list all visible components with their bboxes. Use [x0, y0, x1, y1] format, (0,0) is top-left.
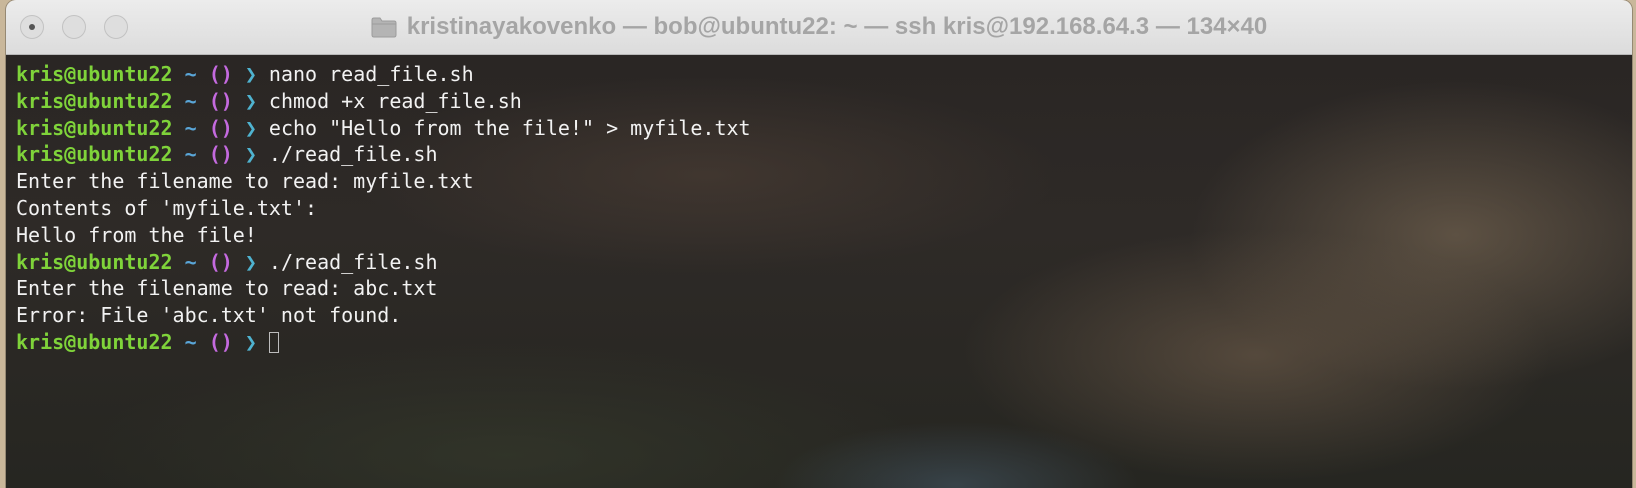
prompt-git-status: (): [208, 115, 233, 140]
folder-icon: [371, 16, 397, 38]
prompt-directory: ~: [184, 142, 197, 167]
output-text: Enter the filename to read: myfile.txt: [16, 169, 474, 194]
output-line: Enter the filename to read: myfile.txt: [16, 168, 751, 195]
output-text: Error: File 'abc.txt' not found.: [16, 303, 402, 328]
prompt-directory: ~: [184, 62, 197, 86]
output-line: Enter the filename to read: abc.txt: [16, 275, 751, 302]
prompt-line: kris@ubuntu22 ~ () ❯ nano read_file.sh: [16, 61, 751, 88]
prompt-arrow-icon: ❯: [244, 62, 257, 86]
terminal-window: kristinayakovenko — bob@ubuntu22: ~ — ss…: [6, 0, 1632, 488]
text-cursor[interactable]: [268, 331, 279, 353]
prompt-directory: ~: [184, 115, 197, 140]
prompt-line: kris@ubuntu22 ~ () ❯: [16, 329, 751, 356]
command-text: ./read_file.sh: [268, 249, 438, 274]
output-text: Hello from the file!: [16, 222, 257, 247]
prompt-line: kris@ubuntu22 ~ () ❯ ./read_file.sh: [16, 141, 751, 168]
prompt-git-status: (): [208, 142, 233, 167]
command-text: ./read_file.sh: [268, 142, 438, 167]
prompt-arrow-icon: ❯: [244, 329, 257, 354]
title-container: kristinayakovenko — bob@ubuntu22: ~ — ss…: [6, 0, 1632, 54]
terminal-content[interactable]: kris@ubuntu22 ~ () ❯ nano read_file.sh kr…: [6, 55, 1632, 488]
prompt-user-host: kris@ubuntu22: [16, 115, 173, 140]
prompt-user-host: kris@ubuntu22: [16, 62, 173, 86]
prompt-directory: ~: [184, 88, 197, 113]
command-text: nano read_file.sh: [268, 62, 474, 86]
prompt-line: kris@ubuntu22 ~ () ❯ ./read_file.sh: [16, 249, 751, 276]
command-text: chmod +x read_file.sh: [268, 88, 522, 113]
prompt-directory: ~: [184, 249, 197, 274]
prompt-user-host: kris@ubuntu22: [16, 249, 173, 274]
output-line: Contents of 'myfile.txt':: [16, 195, 751, 222]
terminal-output: kris@ubuntu22 ~ () ❯ nano read_file.sh kr…: [16, 61, 751, 356]
command-text: echo "Hello from the file!" > myfile.txt: [268, 115, 751, 140]
prompt-arrow-icon: ❯: [244, 142, 257, 167]
prompt-line: kris@ubuntu22 ~ () ❯ echo "Hello from th…: [16, 115, 751, 142]
prompt-git-status: (): [208, 62, 233, 86]
prompt-user-host: kris@ubuntu22: [16, 329, 173, 354]
window-title: kristinayakovenko — bob@ubuntu22: ~ — ss…: [406, 13, 1268, 40]
prompt-arrow-icon: ❯: [244, 88, 257, 113]
prompt-directory: ~: [184, 329, 197, 354]
prompt-arrow-icon: ❯: [244, 115, 257, 140]
prompt-user-host: kris@ubuntu22: [16, 142, 173, 167]
output-text: Contents of 'myfile.txt':: [16, 195, 318, 220]
prompt-git-status: (): [208, 249, 233, 274]
title-bar[interactable]: kristinayakovenko — bob@ubuntu22: ~ — ss…: [6, 0, 1632, 55]
prompt-git-status: (): [208, 88, 233, 113]
output-line: Error: File 'abc.txt' not found.: [16, 302, 751, 329]
prompt-git-status: (): [208, 329, 233, 354]
output-text: Enter the filename to read: abc.txt: [16, 276, 438, 301]
prompt-arrow-icon: ❯: [244, 249, 257, 274]
prompt-user-host: kris@ubuntu22: [16, 88, 173, 113]
output-line: Hello from the file!: [16, 222, 751, 249]
prompt-line: kris@ubuntu22 ~ () ❯ chmod +x read_file.…: [16, 88, 751, 115]
